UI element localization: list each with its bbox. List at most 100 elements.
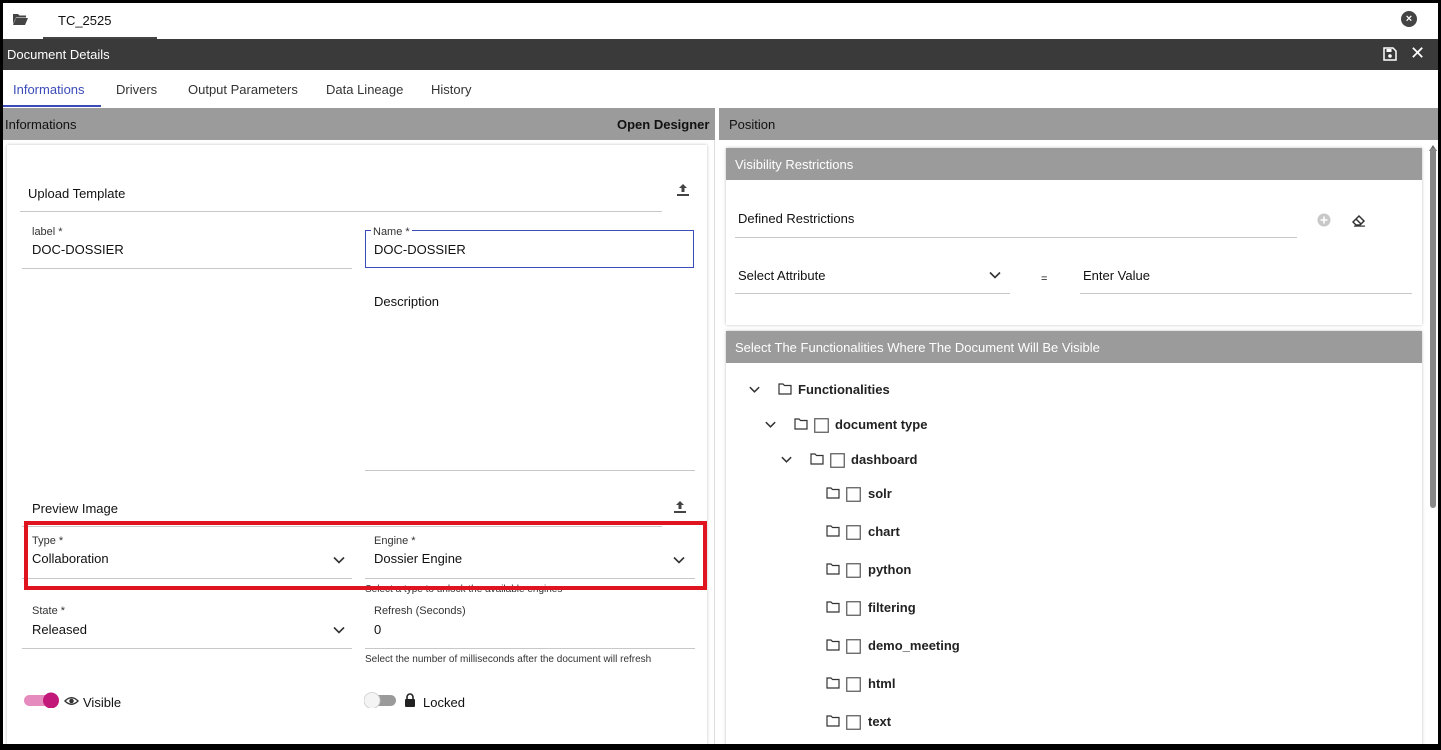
document-tab[interactable]: TC_2525 <box>43 3 157 39</box>
description-textarea[interactable] <box>365 280 695 470</box>
tree-label: document type <box>835 417 928 432</box>
checkbox[interactable] <box>846 677 861 692</box>
tree-node-functionalities[interactable]: Functionalities <box>746 380 1046 400</box>
label-field-label: label * <box>32 226 63 238</box>
attribute-chevron-down-icon[interactable] <box>988 268 1002 282</box>
locked-label: Locked <box>423 695 465 710</box>
save-icon[interactable] <box>1383 47 1397 61</box>
collapse-chevron-icon[interactable] <box>748 383 761 396</box>
tree-node-solr[interactable]: solr <box>826 484 1026 504</box>
state-chevron-down-icon[interactable] <box>332 623 346 637</box>
tab-history[interactable]: History <box>431 82 471 97</box>
enter-value-input[interactable]: Enter Value <box>1083 268 1150 283</box>
add-restriction-icon[interactable] <box>1317 213 1331 227</box>
folder-icon <box>826 677 840 689</box>
folder-icon <box>826 563 840 575</box>
eye-icon <box>64 697 79 705</box>
visibility-restrictions-title: Visibility Restrictions <box>735 157 854 172</box>
lock-icon <box>405 693 415 707</box>
collapse-chevron-icon[interactable] <box>780 453 793 466</box>
defined-restrictions-underline <box>735 237 1297 238</box>
label-field-input[interactable]: DOC-DOSSIER <box>32 242 124 257</box>
checkbox[interactable] <box>846 525 861 540</box>
collapse-chevron-icon[interactable] <box>764 418 777 431</box>
visible-label: Visible <box>83 695 122 710</box>
name-field-input[interactable]: DOC-DOSSIER <box>374 242 466 257</box>
close-tab-icon[interactable]: × <box>1401 11 1417 27</box>
folder-icon <box>794 418 808 430</box>
name-field-label: Name * <box>371 226 412 238</box>
document-details-bar: Document Details ✕ <box>3 39 1438 70</box>
open-designer-button[interactable]: Open Designer <box>617 117 709 132</box>
tree-node-filtering[interactable]: filtering <box>826 598 1026 618</box>
position-header: Position <box>719 108 1438 140</box>
tree-label: chart <box>868 524 900 539</box>
eraser-icon[interactable] <box>1352 213 1366 227</box>
tab-output-parameters[interactable]: Output Parameters <box>188 82 298 97</box>
state-field-label: State * <box>32 605 66 617</box>
scrollbar-thumb[interactable] <box>1430 148 1436 508</box>
tree-label: solr <box>868 486 892 501</box>
defined-restrictions-label: Defined Restrictions <box>738 211 855 226</box>
locked-toggle[interactable] <box>364 692 400 708</box>
preview-image-label: Preview Image <box>32 501 118 516</box>
equals-sign: = <box>1041 273 1048 285</box>
visibility-restrictions-header: Visibility Restrictions <box>726 148 1422 180</box>
document-details-title: Document Details <box>7 47 110 62</box>
checkbox[interactable] <box>846 487 861 502</box>
highlight-box <box>24 521 707 590</box>
folder-icon <box>826 601 840 613</box>
tree-node-html[interactable]: html <box>826 674 1026 694</box>
checkbox[interactable] <box>846 639 861 654</box>
visible-toggle[interactable] <box>24 692 60 708</box>
checkbox[interactable] <box>830 453 845 468</box>
description-underline <box>365 470 695 471</box>
upload-template-icon[interactable] <box>676 183 690 197</box>
tree-label: html <box>868 676 896 691</box>
checkbox[interactable] <box>846 715 861 730</box>
state-select[interactable]: Released <box>32 622 87 637</box>
select-attribute-dropdown[interactable]: Select Attribute <box>738 268 825 283</box>
enter-value-underline <box>1080 293 1412 294</box>
label-field-underline <box>22 268 352 269</box>
folder-icon <box>778 383 792 395</box>
functionalities-title: Select The Functionalities Where The Doc… <box>735 340 1100 355</box>
upload-preview-icon[interactable] <box>673 500 687 514</box>
tree-label: text <box>868 714 892 729</box>
informations-card: Upload Template label * DOC-DOSSIER Name… <box>7 145 707 744</box>
tree-node-demo-meeting[interactable]: demo_meeting <box>826 636 1026 656</box>
tree-node-chart[interactable]: chart <box>826 522 1026 542</box>
folder-open-icon[interactable] <box>12 12 28 26</box>
scroll-up-arrow[interactable] <box>1429 140 1437 151</box>
folder-icon <box>826 639 840 651</box>
refresh-hint: Select the number of milliseconds after … <box>365 654 652 665</box>
top-tab-bar: TC_2525 × <box>3 3 1438 39</box>
refresh-input[interactable]: 0 <box>374 622 381 637</box>
tab-drivers[interactable]: Drivers <box>116 82 157 97</box>
select-attribute-underline <box>735 293 1010 294</box>
checkbox[interactable] <box>846 601 861 616</box>
tree-label: demo_meeting <box>868 638 960 653</box>
refresh-field-label: Refresh (Seconds) <box>374 605 466 617</box>
tree-label: Functionalities <box>798 382 890 397</box>
tab-bar: Informations Drivers Output Parameters D… <box>3 70 1438 108</box>
tab-informations[interactable]: Informations <box>13 82 85 97</box>
tree-node-python[interactable]: python <box>826 560 1026 580</box>
checkbox[interactable] <box>846 563 861 578</box>
refresh-underline <box>365 648 695 649</box>
visibility-restrictions-card: Visibility Restrictions Defined Restrict… <box>726 148 1422 325</box>
checkbox[interactable] <box>814 418 829 433</box>
functionalities-header: Select The Functionalities Where The Doc… <box>726 331 1422 363</box>
tree-node-text[interactable]: text <box>826 712 1026 732</box>
app-frame: TC_2525 × Document Details ✕ Information… <box>3 3 1438 744</box>
folder-icon <box>810 453 824 465</box>
document-tab-label: TC_2525 <box>58 13 112 28</box>
tree-node-document-type[interactable]: document type <box>762 415 1062 435</box>
tab-data-lineage[interactable]: Data Lineage <box>326 82 403 97</box>
state-underline <box>22 648 352 649</box>
tree-node-dashboard[interactable]: dashboard <box>778 450 1078 470</box>
tree-label: python <box>868 562 912 577</box>
close-icon[interactable]: ✕ <box>1410 43 1425 64</box>
tree-label: dashboard <box>851 452 918 467</box>
informations-header-title: Informations <box>5 117 77 132</box>
